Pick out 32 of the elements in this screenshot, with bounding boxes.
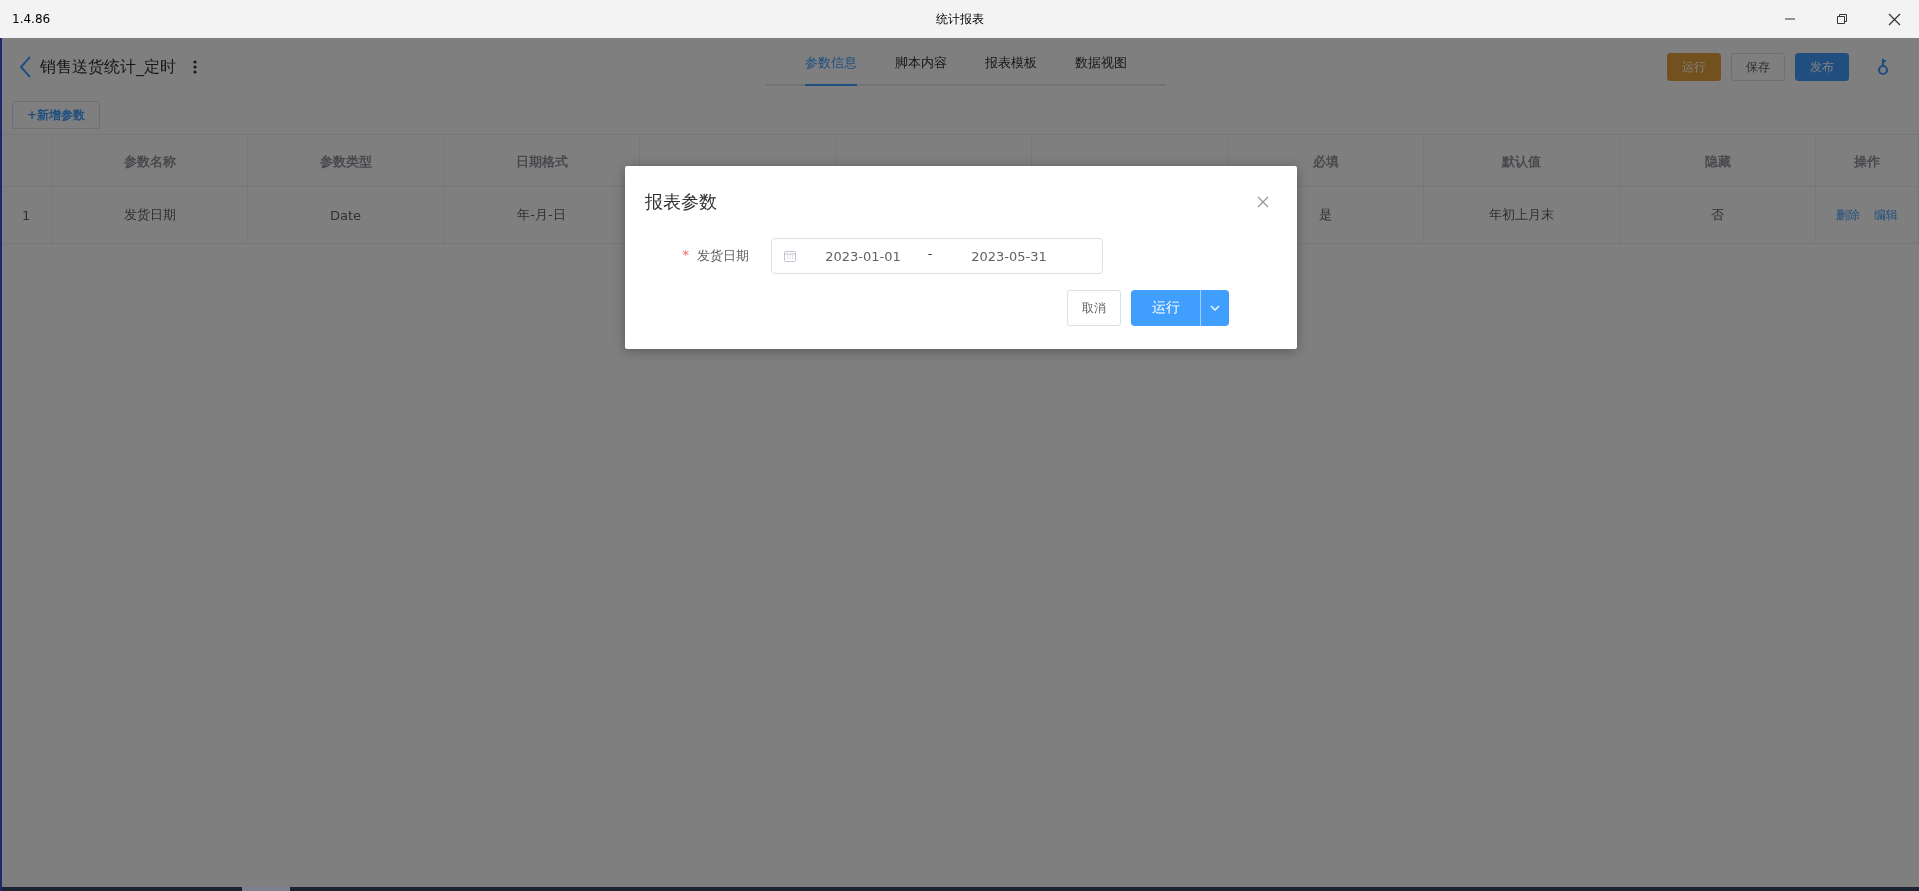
table-cell: Date [248,187,444,243]
app-version: 1.4.86 [12,12,51,26]
back-icon[interactable] [18,55,32,79]
table-cell: 否 [1620,187,1816,243]
cancel-button[interactable]: 取消 [1067,290,1121,326]
row-action-link[interactable]: 删除 [1836,206,1860,224]
table-cell: 1 [2,187,52,243]
report-title: 销售送货统计_定时 [40,56,176,78]
run-button[interactable]: 运行 [1131,290,1201,326]
key-icon[interactable] [1877,57,1889,77]
caret-icon [1210,305,1220,311]
table-cell: 年初上月末 [1424,187,1620,243]
tab[interactable]: 脚本内容 [895,46,947,86]
table-cell: 发货日期 [52,187,248,243]
row-action-link[interactable]: 编辑 [1874,206,1898,224]
window-title: 统计报表 [935,10,984,28]
tab[interactable]: 报表模板 [985,46,1037,86]
close-icon[interactable] [1888,12,1901,26]
action-button[interactable]: 运行 [1667,53,1721,81]
tab[interactable]: 参数信息 [805,46,857,86]
calendar-icon [784,250,796,262]
action-button[interactable]: 保存 [1731,53,1785,81]
more-icon[interactable] [192,59,198,75]
date-range-field[interactable]: 2023-01-01 - 2023-05-31 [771,238,1103,274]
required-mark: * [682,247,689,264]
field-label: 发货日期 [697,247,749,265]
action-button[interactable]: 发布 [1795,53,1849,81]
dropdown-button[interactable] [1201,290,1229,326]
dialog-title: 报表参数 [645,190,717,214]
tab[interactable]: 数据视图 [1075,46,1127,86]
add-parameter-button[interactable]: +新增参数 [12,101,101,129]
restore-icon[interactable] [1836,13,1848,25]
